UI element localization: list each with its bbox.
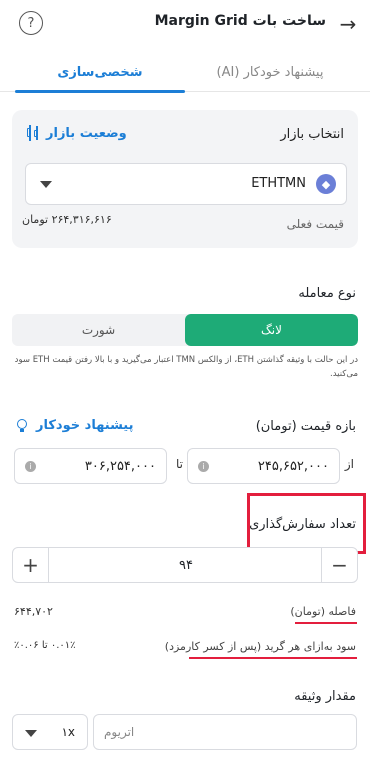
range-to-label: تا	[176, 457, 183, 471]
tab-bar: شخصی‌سازی پیشنهاد خودکار (AI)	[0, 52, 370, 93]
long-button[interactable]: لانگ	[185, 314, 358, 346]
auto-suggest-link[interactable]: پیشنهاد خودکار	[14, 417, 134, 433]
info-icon[interactable]: i	[25, 461, 36, 472]
chevron-down-icon	[25, 730, 37, 737]
help-icon[interactable]: ?	[19, 11, 43, 35]
order-count-title: تعداد سفارش‌گذاری	[249, 517, 356, 532]
collateral-input[interactable]: اتریوم	[93, 714, 357, 750]
grid-gap-label: فاصله (تومان)	[290, 605, 356, 618]
ethereum-icon: ◆	[316, 174, 336, 194]
arrow-right-icon[interactable]: →	[336, 12, 360, 36]
range-from-input[interactable]: ۲۴۵,۶۵۲,۰۰۰ i	[187, 448, 340, 484]
short-button[interactable]: شورت	[12, 314, 185, 346]
range-to-value: ۳۰۶,۲۵۴,۰۰۰	[84, 459, 156, 474]
trade-type-title: نوع معامله	[298, 286, 356, 301]
decrement-button[interactable]: −	[321, 548, 357, 582]
price-range-title: بازه قیمت (تومان)	[255, 419, 356, 434]
leverage-value: ۱x	[61, 725, 75, 739]
chevron-down-icon	[40, 181, 52, 188]
market-label: انتخاب بازار	[280, 127, 344, 142]
candlestick-icon	[26, 125, 40, 141]
grid-gap-value: ۶۴۴,۷۰۲	[14, 605, 53, 618]
trade-type-toggle: لانگ شورت	[12, 314, 358, 346]
collateral-placeholder: اتریوم	[104, 725, 135, 739]
page-title: ساخت بات Margin Grid	[154, 13, 326, 29]
market-select[interactable]: ◆ ETHTMN	[25, 163, 347, 205]
order-count-value[interactable]: ۹۴	[49, 548, 323, 582]
range-to-input[interactable]: ۳۰۶,۲۵۴,۰۰۰ i	[14, 448, 167, 484]
lightbulb-icon	[14, 417, 30, 433]
tab-ai-suggestion[interactable]: پیشنهاد خودکار (AI)	[185, 52, 355, 92]
header: → ساخت بات Margin Grid ?	[0, 0, 370, 48]
tab-customize[interactable]: شخصی‌سازی	[15, 52, 185, 93]
range-from-value: ۲۴۵,۶۵۲,۰۰۰	[257, 459, 329, 474]
profit-per-grid-label: سود به‌ازای هر گرید (پس از کسر کارمزد)	[164, 640, 356, 653]
increment-button[interactable]: +	[13, 548, 49, 582]
order-count-stepper: − ۹۴ +	[12, 547, 358, 583]
auto-suggest-label: پیشنهاد خودکار	[36, 417, 134, 433]
market-status-label: وضعیت بازار	[46, 125, 127, 141]
current-price-label: قیمت فعلی	[286, 217, 344, 231]
market-symbol: ETHTMN	[251, 176, 306, 191]
trade-type-description: در این حالت با وثیقه گذاشتن ETH، از والک…	[14, 355, 358, 379]
annotation-underline	[295, 622, 357, 624]
profit-per-grid-value: ۰.۰۱٪ تا ۰.۰۶٪	[14, 640, 76, 651]
leverage-select[interactable]: ۱x	[12, 714, 88, 750]
market-status-link[interactable]: وضعیت بازار	[26, 125, 127, 141]
range-from-label: از	[344, 457, 354, 471]
collateral-title: مقدار وثیقه	[294, 689, 356, 704]
current-price-value: ۲۶۴,۳۱۶,۶۱۶ تومان	[22, 213, 112, 226]
info-icon[interactable]: i	[198, 461, 209, 472]
annotation-underline	[189, 657, 357, 659]
